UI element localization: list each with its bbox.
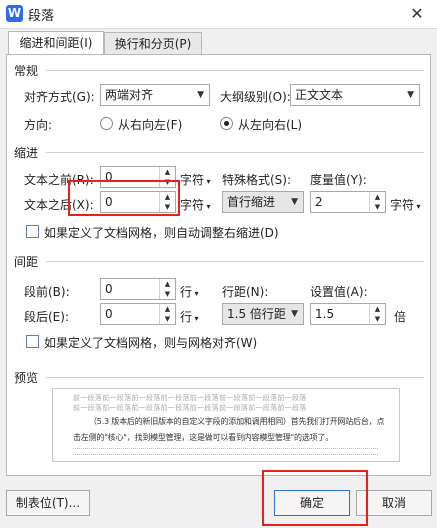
unit-label: 行 [180, 310, 193, 324]
paragraph-preview: 前一段落前一段落前一段落前一段落前一段落前一段落前一段落前一段落 前一段落前一段… [52, 388, 400, 462]
preview-prev-paragraph: 前一段落前一段落前一段落前一段落前一段落前一段落前一段落前一段落 [73, 404, 307, 412]
section-spacing-title: 间距 [14, 255, 39, 269]
space-before-unit-dropdown[interactable]: 行 ▾ [180, 283, 199, 300]
special-format-label: 特殊格式(S): [222, 173, 292, 187]
section-preview-title: 预览 [14, 371, 39, 385]
space-before-value: 0 [105, 282, 113, 296]
space-after-label: 段后(E): [24, 310, 69, 324]
measure-spinner[interactable]: 2 ▲ ▼ [310, 191, 386, 213]
line-spacing-value: 1.5 倍行距 [227, 307, 286, 321]
unit-dropdown-icon: ▾ [204, 202, 211, 211]
setting-value-label: 设置值(A): [310, 285, 368, 299]
spinner-buttons: ▲ ▼ [369, 192, 385, 212]
spin-down-icon[interactable]: ▼ [370, 314, 385, 324]
section-general-title: 常规 [14, 64, 39, 78]
unit-label: 字符 [180, 173, 205, 187]
spin-down-icon[interactable]: ▼ [160, 289, 175, 299]
outline-level-label: 大纲级别(O): [220, 90, 291, 104]
section-divider [46, 70, 424, 71]
annotation-highlight [262, 470, 368, 526]
dialog-title: 段落 [28, 9, 55, 24]
unit-dropdown-icon: ▾ [204, 177, 211, 186]
spin-down-icon[interactable]: ▼ [370, 202, 385, 212]
unit-label: 字符 [180, 198, 205, 212]
direction-label: 方向: [24, 118, 53, 132]
setting-value: 1.5 [315, 307, 335, 321]
rtl-radio[interactable] [100, 117, 113, 130]
tab-indent-spacing[interactable]: 缩进和间距(I) [8, 31, 104, 55]
preview-sample-line: 击左侧的"核心"，找到模型管理，这是做可以看到内容模型管理"的选项了。 [73, 433, 334, 442]
indent-grid-checkbox[interactable] [26, 225, 39, 238]
outline-level-select[interactable]: 正文文本 ▼ [290, 84, 420, 106]
title-bar: W 段落 ✕ [0, 0, 437, 28]
preview-prev-paragraph: 前一段落前一段落前一段落前一段落前一段落前一段落前一段落前一段落 [73, 394, 307, 402]
indent-before-unit-dropdown[interactable]: 字符 ▾ [180, 171, 211, 188]
ltr-label: 从左向右(L) [238, 118, 303, 132]
alignment-value: 两端对齐 [105, 88, 154, 102]
dropdown-arrow-icon: ▼ [197, 90, 204, 100]
unit-dropdown-icon: ▾ [192, 289, 199, 298]
ltr-radio[interactable] [220, 117, 233, 130]
dropdown-arrow-icon: ▼ [407, 90, 414, 100]
space-after-value: 0 [105, 307, 113, 321]
rtl-label: 从右向左(F) [118, 118, 183, 132]
space-before-label: 段前(B): [24, 285, 70, 299]
spin-up-icon[interactable]: ▲ [160, 304, 175, 314]
special-format-value: 首行缩进 [227, 195, 276, 209]
setting-value-spinner[interactable]: 1.5 ▲ ▼ [310, 303, 386, 325]
spin-up-icon[interactable]: ▲ [370, 304, 385, 314]
outline-level-value: 正文文本 [295, 88, 344, 102]
measure-value: 2 [315, 195, 323, 209]
tab-stops-button[interactable]: 制表位(T)... [6, 490, 90, 516]
special-format-select[interactable]: 首行缩进 ▼ [222, 191, 304, 213]
measure-label: 度量值(Y): [310, 173, 367, 187]
section-divider [46, 152, 424, 153]
unit-dropdown-icon: ▾ [414, 202, 421, 211]
spin-up-icon[interactable]: ▲ [160, 167, 175, 177]
spin-up-icon[interactable]: ▲ [370, 192, 385, 202]
indent-after-unit-dropdown[interactable]: 字符 ▾ [180, 196, 211, 213]
space-after-spinner[interactable]: 0 ▲ ▼ [100, 303, 176, 325]
space-before-spinner[interactable]: 0 ▲ ▼ [100, 278, 176, 300]
annotation-highlight [68, 180, 180, 216]
dropdown-arrow-icon: ▼ [291, 197, 298, 207]
spacing-grid-checkbox[interactable] [26, 335, 39, 348]
setting-unit-label: 倍 [394, 310, 407, 324]
preview-next-paragraph-line [73, 454, 378, 455]
preview-sample-line: （5.3 版本后的新旧版本的自定义字段的添加和调用相同）首先我们打开网站后台，点 [89, 417, 385, 426]
measure-unit-dropdown[interactable]: 字符 ▾ [390, 196, 421, 213]
preview-next-paragraph-line [73, 448, 378, 449]
unit-label: 行 [180, 285, 193, 299]
unit-dropdown-icon: ▾ [192, 314, 199, 323]
close-button[interactable]: ✕ [400, 2, 434, 26]
wps-writer-icon: W [6, 5, 23, 22]
spin-down-icon[interactable]: ▼ [160, 314, 175, 324]
line-spacing-label: 行距(N): [222, 285, 269, 299]
spin-up-icon[interactable]: ▲ [160, 279, 175, 289]
dropdown-arrow-icon: ▼ [291, 309, 298, 319]
spinner-buttons: ▲ ▼ [159, 304, 175, 324]
section-indent-title: 缩进 [14, 146, 39, 160]
tab-line-page-breaks[interactable]: 换行和分页(P) [104, 32, 202, 55]
spinner-buttons: ▲ ▼ [159, 279, 175, 299]
space-after-unit-dropdown[interactable]: 行 ▾ [180, 308, 199, 325]
unit-label: 字符 [390, 198, 415, 212]
section-divider [46, 377, 424, 378]
section-divider [46, 261, 424, 262]
alignment-select[interactable]: 两端对齐 ▼ [100, 84, 210, 106]
spacing-grid-checkbox-label: 如果定义了文档网格，则与网格对齐(W) [44, 336, 258, 350]
alignment-label: 对齐方式(G): [24, 90, 95, 104]
line-spacing-select[interactable]: 1.5 倍行距 ▼ [222, 303, 304, 325]
spinner-buttons: ▲ ▼ [369, 304, 385, 324]
indent-grid-checkbox-label: 如果定义了文档网格，则自动调整右缩进(D) [44, 226, 279, 240]
